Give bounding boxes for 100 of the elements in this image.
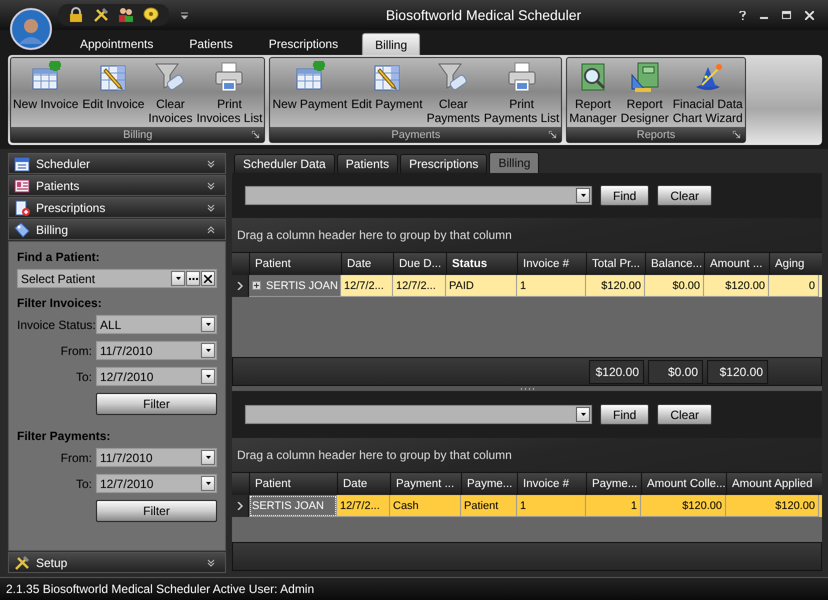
ribbon-button[interactable]: New Payment [270,61,350,111]
caret-icon [206,323,210,326]
search-field[interactable] [245,186,592,205]
dropdown-button[interactable] [576,188,590,203]
row-pointer-icon [237,282,243,290]
filter-button[interactable]: Filter [96,500,217,522]
total-cell: $120.00 [707,360,768,384]
card-icon [14,178,30,194]
content-tab[interactable]: Prescriptions [400,154,488,173]
nav-header[interactable]: Billing [8,219,226,240]
status-text: 2.1.35 Biosoftworld Medical Scheduler Active User: Admin [6,582,314,596]
customize-icon[interactable] [181,12,188,18]
dropdown-button[interactable] [201,450,215,465]
browse-button[interactable] [186,271,200,286]
ribbon-tab[interactable]: Appointments [68,33,166,55]
table-cell: 1 [517,275,586,297]
caret-icon [206,349,210,352]
dropdown-field[interactable]: 12/7/2010 [96,367,217,386]
content-tab[interactable]: Patients [336,154,398,173]
content-tab[interactable]: Billing [489,152,540,173]
ribbon-button[interactable]: Finacial Data Chart Wizard [670,61,745,125]
row-pointer-icon [237,502,243,510]
section-heading: Filter Invoices: [17,296,103,310]
caret-icon [176,277,180,280]
patient-field[interactable]: Select Patient [17,269,217,288]
table-cell: $120.00 [726,495,819,517]
dropdown-field[interactable]: ALL [96,315,217,334]
nav-header[interactable]: Scheduler [8,153,226,174]
ribbon-button[interactable]: Print Invoices List [194,61,264,125]
find-button[interactable]: Find [600,185,650,206]
calendar-icon [14,156,30,172]
caret-icon [206,375,210,378]
clear-button[interactable] [201,271,215,286]
total-cell: $0.00 [648,360,703,384]
find-button[interactable]: Find [600,404,650,425]
grid-row[interactable]: SERTIS JOAN 12/7/2... Cash Patient 1 1 $120.00 $120.00 [232,495,822,517]
nav-header[interactable]: Prescriptions [8,197,226,218]
people-icon [118,7,134,23]
group-title: Reports [636,128,676,140]
table-cell: SERTIS JOAN [249,495,337,517]
table-cell: Cash [390,495,461,517]
field-label: To: [74,476,92,490]
search-field[interactable] [245,405,592,424]
table-cell: 1 [586,495,641,517]
ribbon-button[interactable]: Report Designer [618,61,671,125]
table-cell: SERTIS JOAN [249,275,341,297]
table-cell: 12/7/2... [393,275,446,297]
launcher-icon[interactable] [252,131,260,138]
app-logo[interactable] [10,8,52,50]
clear-button[interactable]: Clear [657,185,712,206]
funnel-eraser-icon [154,61,186,93]
dropdown-button[interactable] [171,271,185,286]
field-label: From: [60,450,92,464]
ribbon-button[interactable]: Edit Payment [349,61,425,111]
table-cell: $120.00 [586,275,645,297]
group-title: Billing [123,128,152,140]
dropdown-field[interactable]: 12/7/2010 [96,474,217,493]
table-cell: 1 [517,495,586,517]
table-cell: 0 [769,275,819,297]
group-by-hint: Drag a column header here to group by that column [237,448,512,462]
table-cell: 12/7/2... [341,275,393,297]
tools-icon [14,554,30,570]
dropdown-button[interactable] [201,343,215,358]
close-icon[interactable] [805,10,814,20]
content-tab[interactable]: Scheduler Data [234,154,335,173]
dropdown-button[interactable] [576,407,590,422]
field-label: To: [74,370,92,384]
expand-icon[interactable] [252,281,261,290]
total-cell: $120.00 [589,360,644,384]
ribbon-button[interactable]: Edit Invoice [80,61,146,111]
dropdown-button[interactable] [201,317,215,332]
ribbon-button[interactable]: Clear Payments [424,61,482,125]
dropdown-button[interactable] [201,476,215,491]
ribbon-button[interactable]: Report Manager [567,61,619,125]
nav-header[interactable]: Setup [8,552,226,573]
document-plus-icon [14,200,30,216]
table-cell: 12/7/2... [337,495,390,517]
ribbon-tab[interactable]: Billing [362,33,420,55]
filter-button[interactable]: Filter [96,393,217,415]
dropdown-field[interactable]: 11/7/2010 [96,448,217,467]
ribbon-button[interactable]: Clear Invoices [146,61,194,125]
lock-icon [68,7,84,23]
dropdown-button[interactable] [201,369,215,384]
ribbon-tab[interactable]: Patients [177,33,245,55]
launcher-icon[interactable] [549,131,556,138]
group-title: Payments [391,128,440,140]
table-cell: Patient [461,495,517,517]
launcher-icon[interactable] [732,131,740,138]
section-heading: Filter Payments: [17,429,112,443]
grid-row[interactable]: SERTIS JOAN 12/7/2... 12/7/2... PAID 1 $120.00 $0.00 $120.00 0 [232,275,822,297]
clear-button[interactable]: Clear [657,404,712,425]
dropdown-field[interactable]: 11/7/2010 [96,341,217,360]
ribbon-tab[interactable]: Prescriptions [256,33,350,55]
ribbon-button[interactable]: Print Payments List [482,61,562,125]
table-cell: $120.00 [704,275,769,297]
maximize-icon[interactable] [782,11,791,19]
ribbon-button[interactable]: New Invoice [11,61,80,111]
nav-header[interactable]: Patients [8,175,226,196]
table-cell: PAID [446,275,517,297]
window-title: Biosoftworld Medical Scheduler [384,7,582,23]
